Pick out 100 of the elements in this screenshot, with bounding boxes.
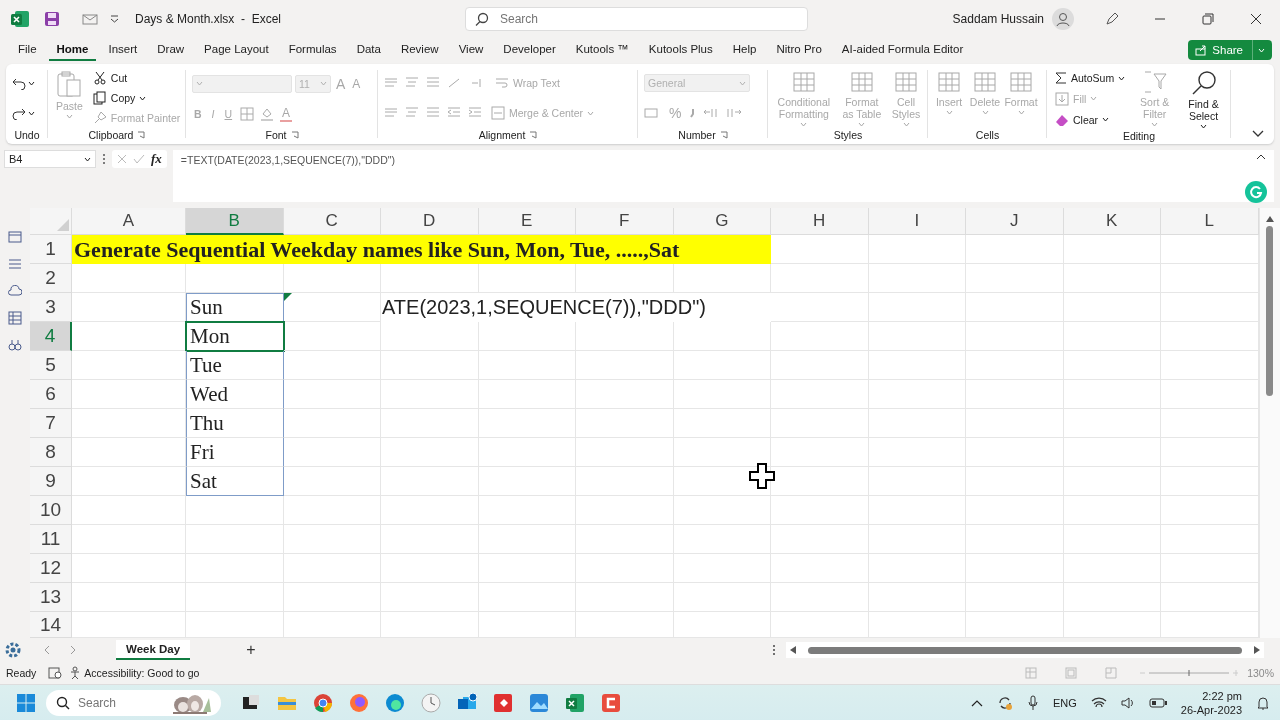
table-cell[interactable]	[72, 583, 186, 612]
ribbon-tab[interactable]: File	[10, 39, 45, 61]
save-icon[interactable]	[44, 11, 60, 27]
table-cell[interactable]	[1161, 235, 1259, 264]
table-cell[interactable]	[771, 438, 869, 467]
scroll-left-icon[interactable]	[790, 646, 796, 654]
table-cell[interactable]	[966, 380, 1064, 409]
ribbon-tab[interactable]: Data	[348, 39, 389, 61]
scrollbar-thumb[interactable]	[808, 646, 1242, 654]
table-cell[interactable]	[478, 438, 576, 467]
avatar-icon[interactable]	[1052, 8, 1074, 30]
table-cell[interactable]	[381, 409, 479, 438]
table-cell[interactable]	[966, 496, 1064, 525]
table-cell[interactable]	[72, 264, 186, 293]
windows-logo-icon[interactable]	[16, 693, 36, 713]
page-break-view-icon[interactable]	[1105, 667, 1118, 679]
table-cell[interactable]	[966, 351, 1064, 380]
table-cell[interactable]	[1161, 409, 1259, 438]
chevron-down-icon[interactable]	[1252, 130, 1264, 138]
row-header[interactable]: 12	[30, 554, 72, 583]
table-cell[interactable]	[966, 525, 1064, 554]
table-cell[interactable]	[576, 583, 674, 612]
row-header[interactable]: 9	[30, 467, 72, 496]
column-header[interactable]: H	[771, 208, 869, 235]
cloud-icon[interactable]	[8, 284, 22, 298]
clock-date[interactable]: 26-Apr-2023	[1180, 703, 1242, 717]
table-cell[interactable]	[868, 235, 966, 264]
dialog-launcher-icon[interactable]	[137, 131, 146, 139]
table-cell[interactable]	[966, 322, 1064, 351]
table-cell[interactable]	[1161, 322, 1259, 351]
table-cell[interactable]	[72, 525, 186, 554]
chevron-up-icon[interactable]	[971, 699, 983, 707]
clock-time[interactable]: 2:22 pm	[1202, 689, 1242, 703]
add-sheet-button[interactable]: +	[240, 640, 262, 660]
table-cell[interactable]	[283, 496, 381, 525]
table-cell[interactable]	[966, 583, 1064, 612]
ribbon-button[interactable]: Copy	[90, 90, 183, 106]
column-header[interactable]: D	[381, 208, 479, 235]
ribbon-tab[interactable]: Insert	[100, 39, 146, 61]
browser-icon[interactable]	[385, 693, 405, 713]
table-cell[interactable]: Thu	[186, 409, 284, 438]
binoculars-icon[interactable]	[8, 338, 22, 352]
table-cell[interactable]	[478, 380, 576, 409]
column-header[interactable]: J	[966, 208, 1064, 235]
app-icon[interactable]	[601, 693, 621, 713]
table-cell[interactable]	[1063, 235, 1161, 264]
table-cell[interactable]	[771, 264, 869, 293]
dialog-launcher-icon[interactable]	[529, 131, 538, 139]
ribbon-tab[interactable]: Formulas	[280, 39, 345, 61]
column-header[interactable]: I	[868, 208, 966, 235]
page-layout-view-icon[interactable]	[1065, 667, 1078, 679]
table-cell[interactable]	[868, 496, 966, 525]
table-cell[interactable]	[72, 467, 186, 496]
speaker-icon[interactable]	[1120, 697, 1135, 709]
ribbon-button[interactable]: Find & Select	[1182, 68, 1225, 130]
table-cell[interactable]	[673, 351, 771, 380]
table-cell[interactable]	[966, 293, 1064, 322]
sync-icon[interactable]	[997, 695, 1013, 711]
column-header[interactable]: B	[186, 208, 284, 235]
browser-icon[interactable]	[349, 693, 369, 713]
more-options-icon[interactable]	[102, 153, 106, 165]
cancel-icon[interactable]	[117, 154, 127, 164]
search-field[interactable]: Search	[465, 7, 808, 31]
redo-icon[interactable]	[12, 106, 26, 120]
table-cell[interactable]	[478, 409, 576, 438]
ribbon-tab[interactable]: Developer	[495, 39, 564, 61]
table-cell[interactable]	[868, 264, 966, 293]
table-cell[interactable]	[1161, 583, 1259, 612]
table-cell[interactable]	[1063, 380, 1161, 409]
ribbon-button[interactable]: AutoSum	[1053, 70, 1128, 87]
table-cell[interactable]	[576, 409, 674, 438]
table-cell[interactable]	[283, 467, 381, 496]
table-cell[interactable]	[576, 322, 674, 351]
table-cell[interactable]	[673, 496, 771, 525]
table-cell[interactable]	[771, 351, 869, 380]
table-cell[interactable]	[673, 264, 771, 293]
table-cell[interactable]	[1063, 293, 1161, 322]
table-cell[interactable]	[966, 235, 1064, 264]
table-cell[interactable]	[966, 264, 1064, 293]
table-cell[interactable]	[1161, 380, 1259, 409]
accessibility-status[interactable]: Accessibility: Good to go	[84, 667, 200, 679]
wifi-icon[interactable]	[1090, 697, 1107, 709]
row-header[interactable]: 3	[30, 293, 72, 322]
table-cell[interactable]	[478, 351, 576, 380]
macro-recording-icon[interactable]	[48, 667, 63, 679]
photos-icon[interactable]	[529, 693, 549, 713]
row-header[interactable]: 5	[30, 351, 72, 380]
table-cell[interactable]	[576, 438, 674, 467]
table-cell[interactable]	[966, 409, 1064, 438]
row-header[interactable]: 1	[30, 235, 72, 264]
table-cell[interactable]	[673, 380, 771, 409]
table-cell[interactable]	[478, 322, 576, 351]
table-cell[interactable]	[1161, 351, 1259, 380]
table-cell[interactable]	[1161, 293, 1259, 322]
ribbon-tab[interactable]: Home	[48, 39, 97, 61]
table-cell[interactable]	[1063, 554, 1161, 583]
formula-field[interactable]: =TEXT(DATE(2023,1,SEQUENCE(7)),"DDD")	[172, 150, 1274, 202]
table-cell[interactable]	[283, 554, 381, 583]
table-cell[interactable]	[283, 351, 381, 380]
table-cell[interactable]	[576, 351, 674, 380]
